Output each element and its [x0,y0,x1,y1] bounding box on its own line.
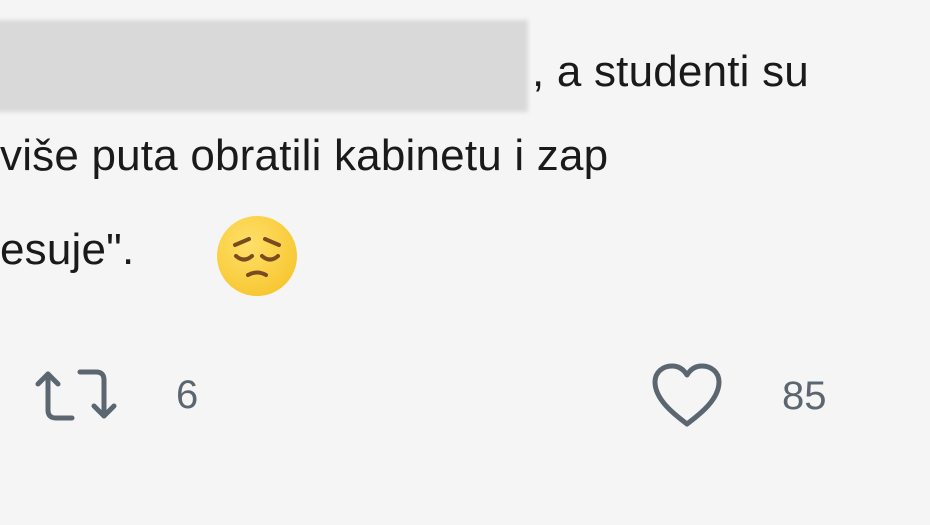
tweet-text-line-3: esuje". [0,225,135,274]
tweet-text-line-1: , a studenti su [532,47,809,96]
tweet-text-line-2: više puta obratili kabinetu i zap [0,131,609,180]
retweet-count: 6 [176,373,199,417]
tweet-card: , a studenti su više puta obratili kabin… [0,0,930,525]
blurred-redaction [0,20,528,112]
heart-icon[interactable] [650,362,724,430]
retweet-action[interactable]: 6 [34,364,198,426]
like-action[interactable]: 85 [650,362,827,430]
pensive-face-emoji-icon [217,216,297,296]
like-count: 85 [782,374,827,418]
retweet-icon[interactable] [34,364,118,426]
